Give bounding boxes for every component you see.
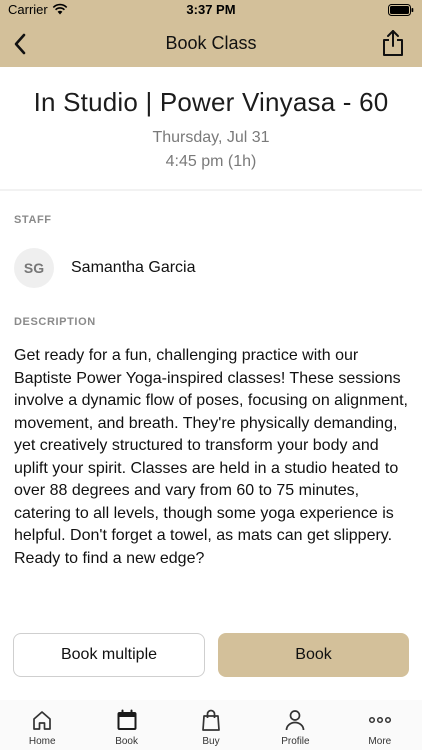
tab-home[interactable]: Home <box>0 700 84 750</box>
status-time: 3:37 PM <box>186 2 236 17</box>
share-icon <box>383 30 403 56</box>
share-button[interactable] <box>378 27 408 59</box>
description-section-label: DESCRIPTION <box>14 316 96 328</box>
staff-row[interactable]: SG Samantha Garcia <box>14 248 408 290</box>
tab-buy[interactable]: Buy <box>169 700 253 750</box>
class-description: Get ready for a fun, challenging practic… <box>14 347 408 567</box>
home-icon <box>33 711 52 730</box>
staff-section-label: STAFF <box>14 214 52 226</box>
book-multiple-button[interactable]: Book multiple <box>13 633 205 677</box>
battery-icon <box>388 4 414 16</box>
tab-book[interactable]: Book <box>84 700 168 750</box>
top-bar: Carrier 3:37 PM Book Class <box>0 0 422 67</box>
more-dots-icon <box>368 716 391 724</box>
class-header: In Studio | Power Vinyasa - 60 Thursday,… <box>0 67 422 191</box>
shopping-bag-icon <box>202 709 220 731</box>
calendar-icon <box>117 709 137 730</box>
tab-more[interactable]: More <box>338 700 422 750</box>
avatar: SG <box>14 248 54 288</box>
class-time: 4:45 pm (1h) <box>165 153 257 170</box>
tab-profile-label: Profile <box>281 736 310 747</box>
tab-more-label: More <box>368 736 392 747</box>
page-title: Book Class <box>165 33 257 53</box>
tab-bar: Home Book Buy Profile More <box>0 700 422 750</box>
staff-name: Samantha Garcia <box>71 259 196 276</box>
tab-buy-label: Buy <box>202 736 220 747</box>
class-title: In Studio | Power Vinyasa - 60 <box>33 87 389 117</box>
navigation-bar: Book Class <box>0 20 422 67</box>
tab-book-label: Book <box>115 736 138 747</box>
class-date: Thursday, Jul 31 <box>152 129 270 146</box>
status-bar: Carrier 3:37 PM <box>0 0 422 20</box>
person-icon <box>286 710 305 731</box>
book-button[interactable]: Book <box>218 633 409 677</box>
tab-profile[interactable]: Profile <box>253 700 337 750</box>
tab-home-label: Home <box>28 736 56 747</box>
